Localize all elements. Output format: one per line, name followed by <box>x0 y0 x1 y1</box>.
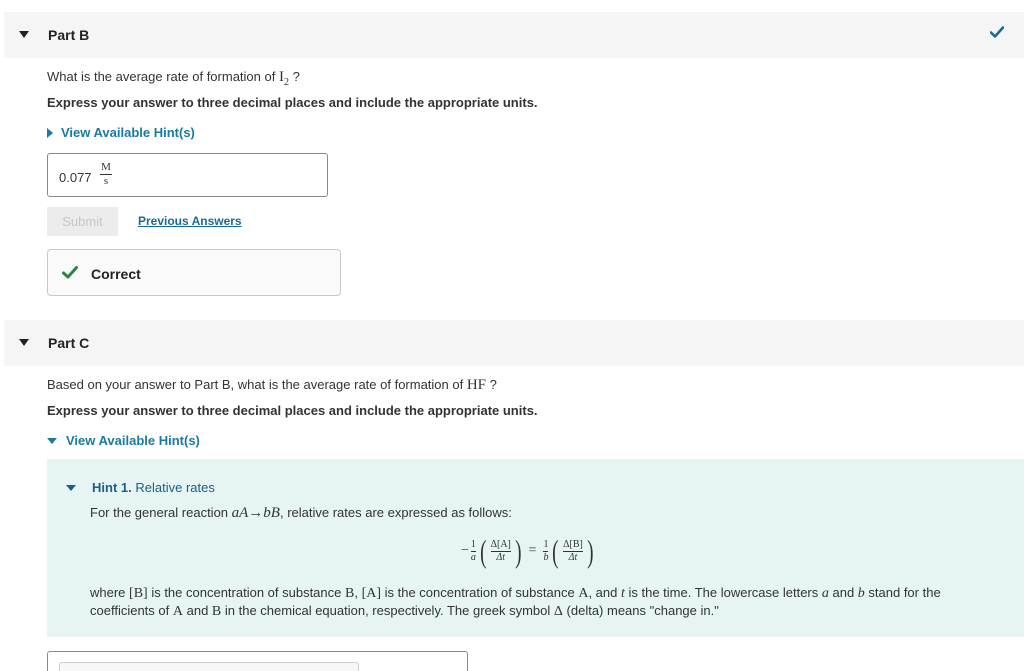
part-b-instruction: Express your answer to three decimal pla… <box>47 95 538 110</box>
part-b-question: What is the average rate of formation of… <box>47 69 300 88</box>
part-c-instruction: Express your answer to three decimal pla… <box>47 403 538 418</box>
collapse-triangle-icon[interactable] <box>19 339 29 346</box>
correct-check-icon <box>62 266 78 282</box>
answer-value: 0.077 <box>59 170 92 185</box>
hint-intro: For the general reaction aA→bB, relative… <box>90 505 512 521</box>
hint-title[interactable]: Hint 1. Relative rates <box>92 480 215 495</box>
previous-answers-link[interactable]: Previous Answers <box>138 214 242 228</box>
hint-description: where [B] is the concentration of substa… <box>90 585 941 619</box>
hf-formula: HF <box>466 377 487 393</box>
answer-field[interactable]: 0.077 M s <box>47 153 328 197</box>
answer-editor[interactable] <box>47 651 468 671</box>
hint-collapse-icon[interactable] <box>66 485 76 491</box>
part-c-question: Based on your answer to Part B, what is … <box>47 377 497 393</box>
hint-panel: Hint 1. Relative rates For the general r… <box>47 459 1024 637</box>
general-reaction: aA→bB <box>231 505 280 521</box>
part-b-hint-toggle[interactable]: View Available Hint(s) <box>47 125 195 140</box>
submit-button[interactable]: Submit <box>47 207 118 236</box>
relative-rate-equation: − 1a ( Δ[A] Δt ) = 1b ( Δ[B] Δt ) <box>461 533 594 569</box>
collapse-triangle-icon[interactable] <box>19 31 29 38</box>
part-c-title: Part C <box>48 335 90 351</box>
part-b-header[interactable]: Part B <box>4 12 1024 58</box>
part-c-header[interactable]: Part C <box>4 320 1024 366</box>
part-b-title: Part B <box>48 27 90 43</box>
feedback-correct: Correct <box>47 249 341 296</box>
part-c-hint-toggle[interactable]: View Available Hint(s) <box>47 433 200 448</box>
caret-down-icon <box>47 437 57 444</box>
answer-unit: M s <box>100 161 112 187</box>
iodine-formula: I2 <box>278 69 289 88</box>
editor-toolbar[interactable] <box>59 662 359 671</box>
caret-right-icon <box>47 127 53 138</box>
completed-check-icon <box>989 26 1005 41</box>
